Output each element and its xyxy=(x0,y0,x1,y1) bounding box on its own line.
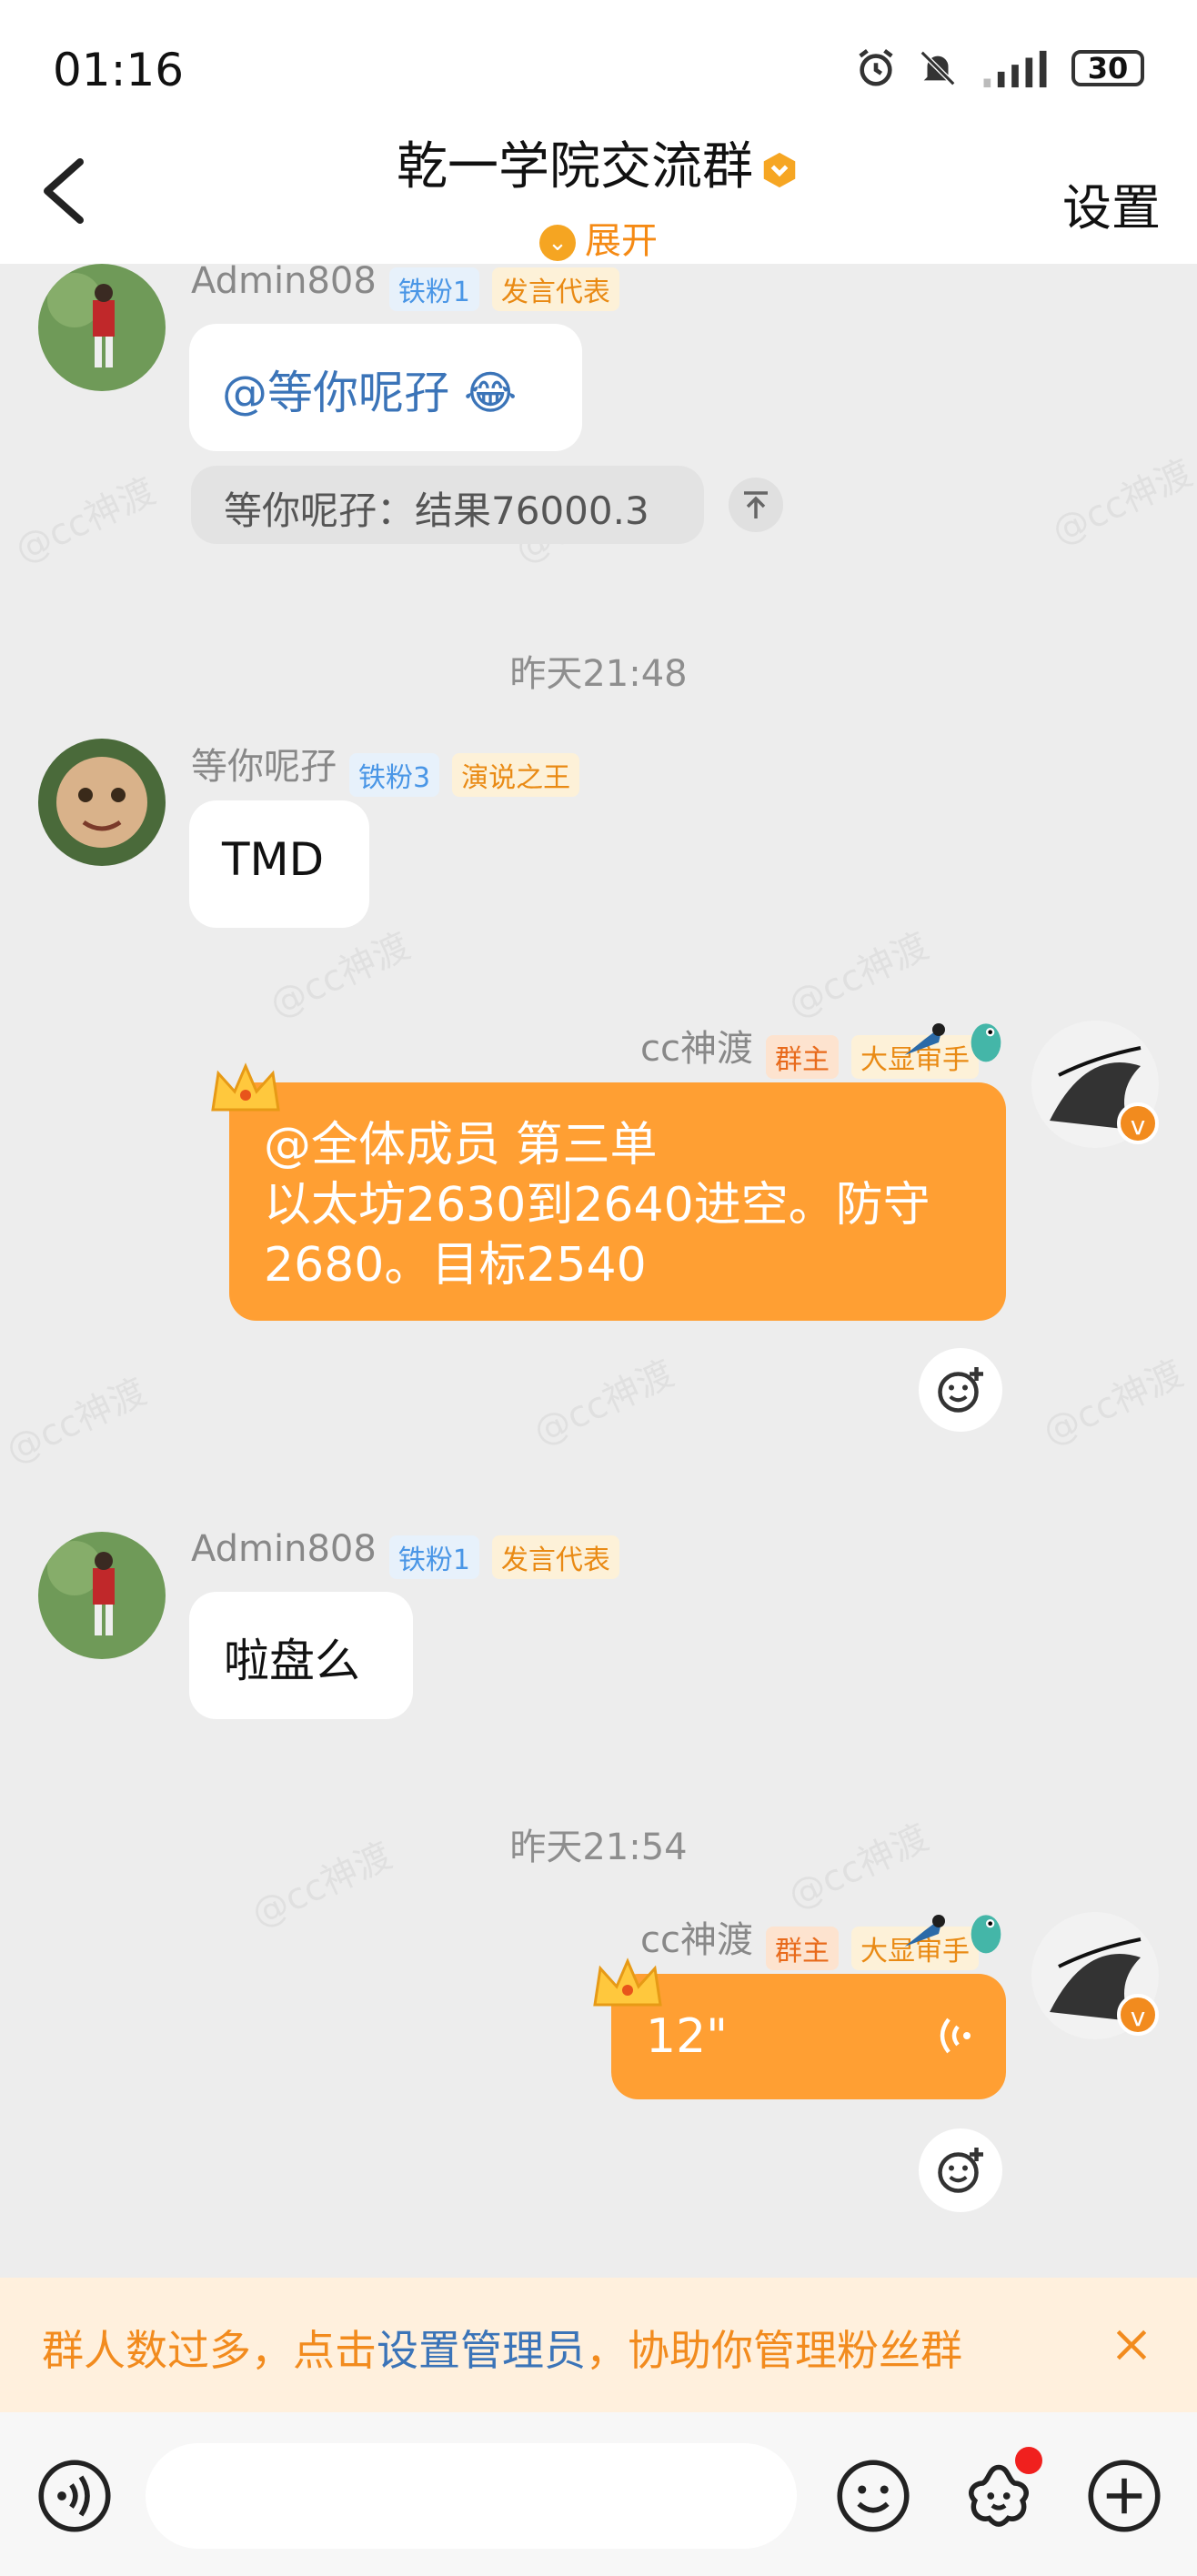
fan-badge: 铁粉1 xyxy=(388,1535,479,1579)
sender-name[interactable]: 等你呢孖 xyxy=(191,746,337,788)
watermark: @cc神渡 xyxy=(1045,452,1197,554)
collapse-up-icon[interactable] xyxy=(728,477,784,533)
watermark: @cc神渡 xyxy=(527,1353,680,1454)
avatar-image xyxy=(38,1532,166,1659)
smile-plus-icon xyxy=(938,2148,983,2193)
avatar-admin808[interactable] xyxy=(38,264,166,391)
crown-icon xyxy=(211,1062,280,1112)
message-line: @全体成员 第三单 xyxy=(264,1118,658,1172)
voice-duration: 12" xyxy=(646,2009,729,2064)
sender-name[interactable]: cc神渡 xyxy=(640,1028,753,1070)
timestamp: 昨天21:54 xyxy=(509,1826,688,1868)
avatar-image xyxy=(38,739,166,866)
settings-button[interactable]: 设置 xyxy=(1062,167,1161,239)
close-icon[interactable] xyxy=(1112,2325,1152,2365)
group-title: 乾一学院交流群 xyxy=(0,126,1197,199)
role-badge: 发言代表 xyxy=(491,1535,619,1579)
avatar-admin808[interactable] xyxy=(38,1532,166,1659)
voice-message-bubble[interactable]: 12" xyxy=(611,1974,1006,2099)
sender-name[interactable]: Admin808 xyxy=(191,260,377,302)
quoted-reply[interactable]: 等你呢孖：结果76000.3 xyxy=(191,466,704,544)
magpie-icon xyxy=(904,1023,945,1055)
fan-badge: 铁粉1 xyxy=(388,267,479,311)
expand-toggle[interactable]: ⌄ 展开 xyxy=(0,211,1197,264)
message-bubble[interactable]: @全体成员 第三单 以太坊2630到2640进空。防守 2680。目标2540 xyxy=(229,1082,1006,1321)
add-reaction-button[interactable] xyxy=(919,1348,1002,1432)
magpie-icon xyxy=(904,1915,945,1947)
message-line: 2680。目标2540 xyxy=(264,1238,647,1293)
timestamp: 昨天21:48 xyxy=(509,653,688,695)
verified-v-icon: v xyxy=(1117,1994,1159,2036)
banner-text: 群人数过多，点击设置管理员，协助你管理粉丝群 xyxy=(42,2326,962,2375)
chevron-down-icon: ⌄ xyxy=(539,225,576,261)
message-input[interactable] xyxy=(146,2443,797,2549)
crown-icon xyxy=(593,1957,662,2007)
watermark: @cc神渡 xyxy=(263,925,417,1027)
owner-badge: 群主 xyxy=(766,1926,839,1970)
avatar-image xyxy=(38,264,166,391)
mute-bell-icon xyxy=(920,50,956,86)
set-admin-link[interactable]: 设置管理员 xyxy=(377,2326,586,2375)
message-header: Admin808 铁粉1 发言代表 xyxy=(191,260,619,311)
plus-icon[interactable] xyxy=(1086,2458,1162,2534)
alarm-icon xyxy=(859,48,893,86)
message-line: 以太坊2630到2640进空。防守 xyxy=(264,1178,930,1233)
voice-wave-icon xyxy=(940,2018,971,2054)
message-bubble[interactable]: @等你呢孖 😂 xyxy=(189,324,582,451)
avatar-dengnineizi[interactable] xyxy=(38,739,166,866)
signal-icon xyxy=(983,50,1047,88)
smile-plus-icon xyxy=(938,1367,983,1413)
battery-indicator: 30 xyxy=(1071,50,1144,86)
add-reaction-button[interactable] xyxy=(919,2128,1002,2212)
status-time: 01:16 xyxy=(53,44,185,96)
sender-name[interactable]: Admin808 xyxy=(191,1528,377,1570)
message-bubble[interactable]: 啦盘么 xyxy=(189,1592,413,1719)
notification-dot xyxy=(1015,2447,1042,2474)
watermark: @cc神渡 xyxy=(1036,1353,1190,1454)
bird-icon xyxy=(971,1915,1001,1954)
owner-badge: 群主 xyxy=(766,1034,839,1079)
verified-cube-icon xyxy=(763,152,796,188)
verified-v-icon: v xyxy=(1117,1102,1159,1144)
message-bubble[interactable]: TMD xyxy=(189,800,369,928)
watermark: @cc神渡 xyxy=(0,1371,153,1473)
fan-badge: 铁粉3 xyxy=(349,752,440,797)
role-badge: 发言代表 xyxy=(491,267,619,311)
status-icons: 30 xyxy=(855,47,1144,89)
message-header: 等你呢孖 铁粉3 演说之王 xyxy=(191,737,580,797)
voice-input-icon[interactable] xyxy=(36,2458,113,2534)
message-header: Admin808 铁粉1 发言代表 xyxy=(191,1528,619,1579)
watermark: @cc神渡 xyxy=(8,470,162,572)
role-badge: 演说之王 xyxy=(452,752,580,797)
bird-icon xyxy=(971,1023,1001,1062)
emoji-icon[interactable] xyxy=(835,2458,911,2534)
watermark: @cc神渡 xyxy=(781,925,935,1027)
